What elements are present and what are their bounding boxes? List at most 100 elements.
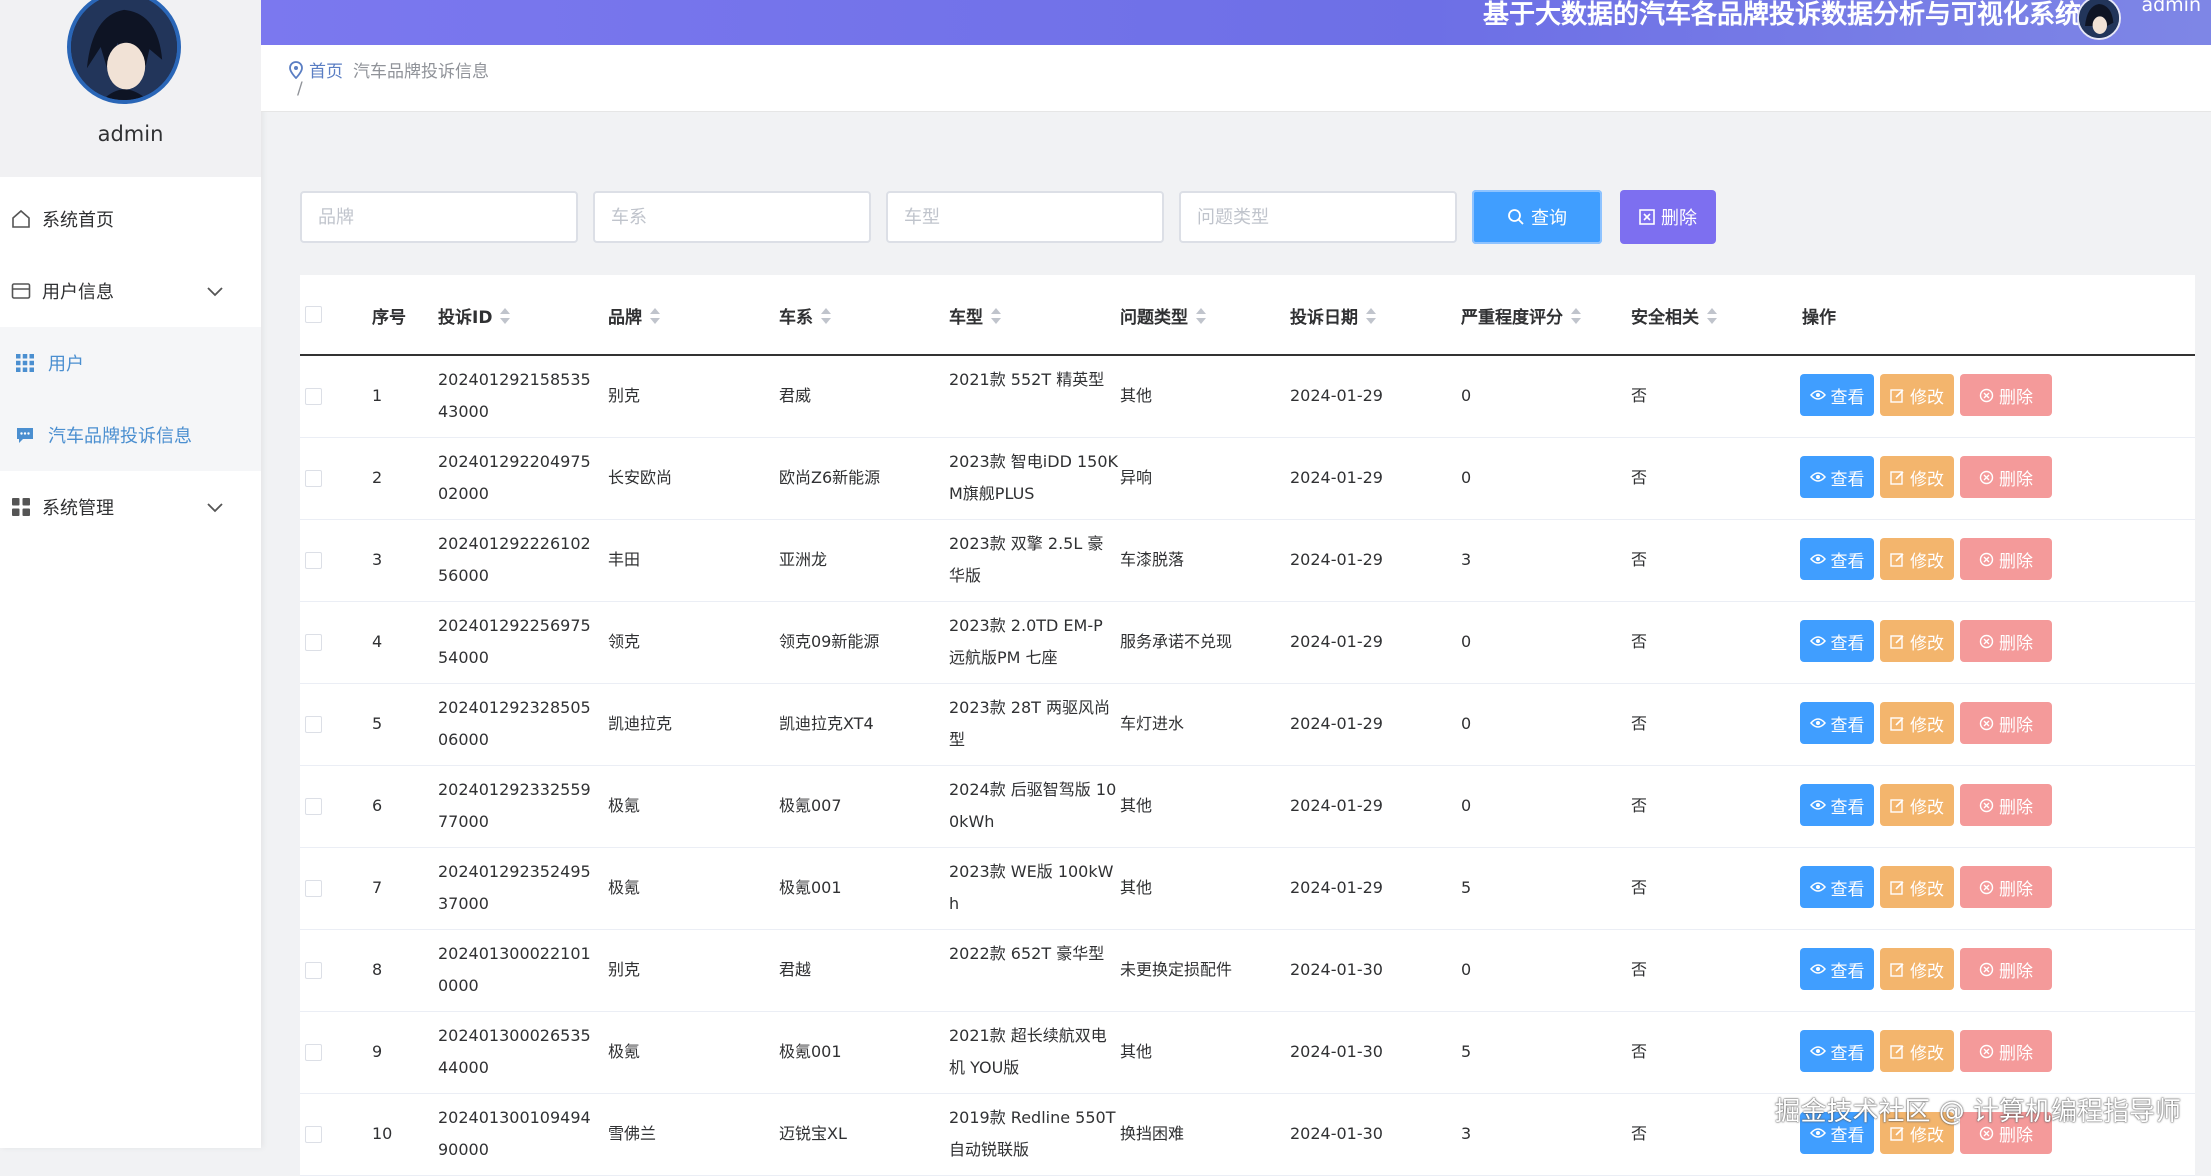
col-id[interactable]: 投诉ID	[438, 303, 511, 328]
sort-icon[interactable]	[1571, 307, 1581, 324]
col-score[interactable]: 严重程度评分	[1461, 303, 1581, 328]
delete-button[interactable]: 删除	[1960, 702, 2052, 744]
breadcrumb-current: 汽车品牌投诉信息	[353, 62, 489, 82]
col-brand[interactable]: 品牌	[608, 303, 660, 328]
row-checkbox[interactable]	[305, 880, 322, 897]
edit-button[interactable]: 修改	[1880, 866, 1954, 908]
view-button[interactable]: 查看	[1800, 948, 1874, 990]
cell-issue-type: 换挡困难	[1120, 1124, 1185, 1143]
edit-button[interactable]: 修改	[1880, 948, 1954, 990]
sidebar-item-home[interactable]: 系统首页	[0, 183, 261, 255]
cell-id: 20240129225697554000	[438, 616, 591, 667]
col-safety[interactable]: 安全相关	[1631, 303, 1717, 328]
delete-button[interactable]: 删除	[1960, 456, 2052, 498]
view-button[interactable]: 查看	[1800, 1030, 1874, 1072]
card-icon	[10, 280, 32, 302]
col-date[interactable]: 投诉日期	[1290, 303, 1376, 328]
edit-button[interactable]: 修改	[1880, 456, 1954, 498]
cell-id: 20240129233255977000	[438, 780, 591, 831]
row-checkbox[interactable]	[305, 798, 322, 815]
cell-issue-type: 其他	[1120, 878, 1153, 897]
cell-id: 20240130002653544000	[438, 1026, 591, 1077]
view-button[interactable]: 查看	[1800, 702, 1874, 744]
series-input[interactable]	[593, 191, 871, 243]
row-checkbox[interactable]	[305, 470, 322, 487]
delete-button[interactable]: 删除	[1960, 866, 2052, 908]
edit-button[interactable]: 修改	[1880, 374, 1954, 416]
row-checkbox[interactable]	[305, 716, 322, 733]
sort-icon[interactable]	[650, 307, 660, 324]
edit-button-label: 修改	[1910, 551, 1944, 572]
brand-input[interactable]	[300, 191, 578, 243]
row-checkbox[interactable]	[305, 962, 322, 979]
cell-series: 欧尚Z6新能源	[779, 468, 881, 487]
edit-button[interactable]: 修改	[1880, 620, 1954, 662]
delete-button[interactable]: 删除	[1960, 374, 2052, 416]
sidebar-item-complaints[interactable]: 汽车品牌投诉信息	[0, 399, 261, 471]
cell-no: 7	[372, 878, 383, 897]
row-checkbox[interactable]	[305, 388, 322, 405]
model-input[interactable]	[886, 191, 1164, 243]
cell-series: 迈锐宝XL	[779, 1124, 847, 1143]
cell-series: 亚洲龙	[779, 550, 828, 569]
header-avatar[interactable]	[2077, 0, 2121, 40]
sidebar-item-user-info[interactable]: 用户信息	[0, 255, 261, 327]
cell-safety: 否	[1631, 632, 1648, 651]
cell-brand: 领克	[608, 632, 641, 651]
view-button[interactable]: 查看	[1800, 620, 1874, 662]
breadcrumb-home[interactable]: 首页	[309, 57, 343, 82]
sort-icon[interactable]	[1366, 307, 1376, 324]
query-button[interactable]: 查询	[1472, 190, 1602, 244]
col-model[interactable]: 车型	[949, 303, 1001, 328]
sort-icon[interactable]	[1707, 307, 1717, 324]
batch-delete-button[interactable]: 删除	[1620, 190, 1716, 244]
header-username[interactable]: admin	[2141, 0, 2201, 16]
cell-safety: 否	[1631, 714, 1648, 733]
edit-button-label: 修改	[1910, 961, 1944, 982]
delete-button-label: 删除	[1999, 633, 2033, 654]
close-circle-icon	[1979, 716, 1994, 730]
delete-button[interactable]: 删除	[1960, 538, 2052, 580]
view-button[interactable]: 查看	[1800, 538, 1874, 580]
cell-model: 2023款 双擎 2.5L 豪华版	[949, 534, 1104, 585]
sidebar-item-label: 用户	[48, 354, 84, 375]
close-circle-icon	[1979, 798, 1994, 812]
row-checkbox[interactable]	[305, 634, 322, 651]
close-circle-icon	[1979, 880, 1994, 894]
delete-button[interactable]: 删除	[1960, 620, 2052, 662]
table-row: 7 20240129235249537000 极氪 极氪001 2023款 WE…	[300, 848, 2195, 930]
view-button[interactable]: 查看	[1800, 456, 1874, 498]
select-all-checkbox[interactable]	[305, 306, 322, 323]
sort-icon[interactable]	[821, 307, 831, 324]
breadcrumb-bar: 首页 汽车品牌投诉信息 /	[261, 45, 2211, 112]
avatar[interactable]	[67, 0, 181, 104]
row-checkbox[interactable]	[305, 552, 322, 569]
edit-button[interactable]: 修改	[1880, 702, 1954, 744]
view-button[interactable]: 查看	[1800, 784, 1874, 826]
issue-type-input[interactable]	[1179, 191, 1457, 243]
sidebar-item-label: 用户信息	[42, 282, 114, 303]
view-button[interactable]: 查看	[1800, 374, 1874, 416]
sort-icon[interactable]	[1196, 307, 1206, 324]
col-issue-type[interactable]: 问题类型	[1120, 303, 1206, 328]
row-checkbox[interactable]	[305, 1126, 322, 1143]
view-button-label: 查看	[1830, 1043, 1865, 1064]
delete-button[interactable]: 删除	[1960, 948, 2052, 990]
delete-button[interactable]: 删除	[1960, 1030, 2052, 1072]
edit-button[interactable]: 修改	[1880, 784, 1954, 826]
edit-button[interactable]: 修改	[1880, 538, 1954, 580]
row-actions: 查看 修改 删除	[1800, 784, 2058, 826]
complaints-table: 序号 投诉ID 品牌 车系 车型 问题类型 投诉日期 严重程度评分 安全相关 操…	[300, 275, 2195, 1176]
col-series[interactable]: 车系	[779, 303, 831, 328]
sort-icon[interactable]	[991, 307, 1001, 324]
row-checkbox[interactable]	[305, 1044, 322, 1061]
sort-icon[interactable]	[500, 307, 511, 324]
edit-icon	[1890, 798, 1904, 813]
row-actions: 查看 修改 删除	[1800, 866, 2058, 908]
sidebar-item-users[interactable]: 用户	[0, 327, 261, 399]
sidebar-item-system[interactable]: 系统管理	[0, 471, 261, 543]
edit-button[interactable]: 修改	[1880, 1030, 1954, 1072]
view-button[interactable]: 查看	[1800, 866, 1874, 908]
cell-score: 3	[1461, 1124, 1472, 1143]
delete-button[interactable]: 删除	[1960, 784, 2052, 826]
